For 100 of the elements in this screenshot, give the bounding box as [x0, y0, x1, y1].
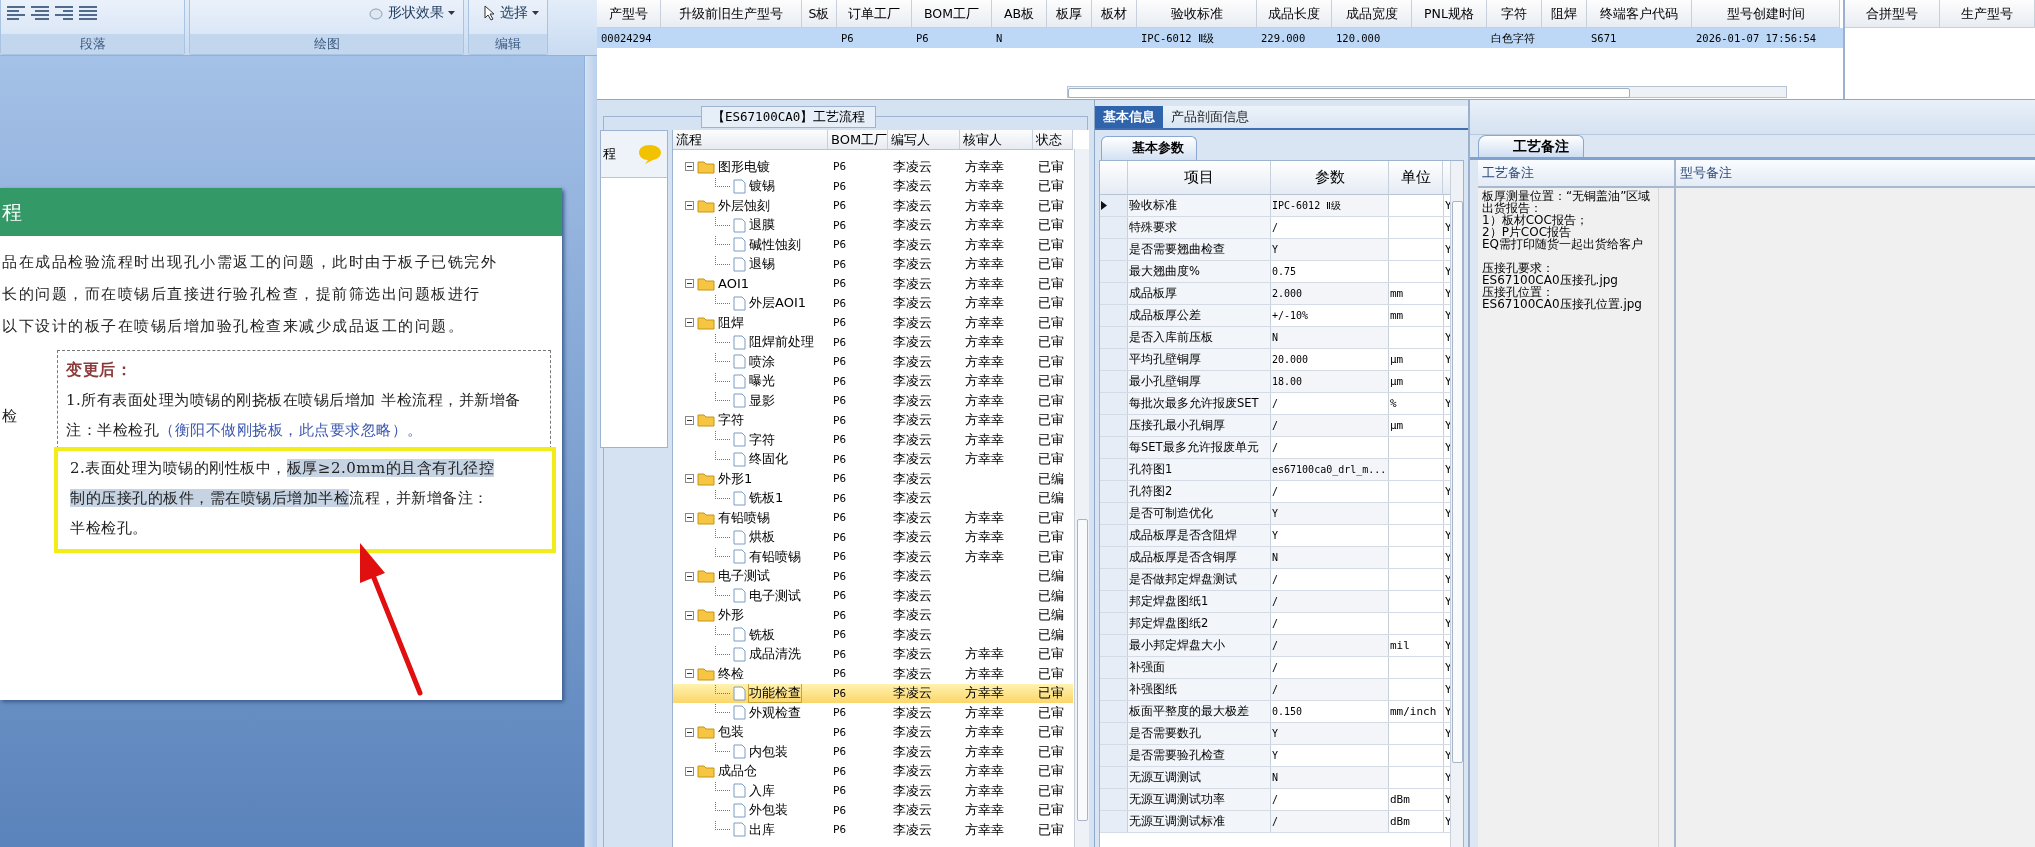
- tab[interactable]: 基本参数: [1101, 136, 1197, 160]
- speech-bubble-icon[interactable]: [637, 143, 663, 165]
- tree-row[interactable]: AOI1 P6 李凌云 方幸幸 已审: [673, 274, 1073, 294]
- align-icon[interactable]: [79, 6, 97, 20]
- collapse-icon[interactable]: [685, 201, 694, 211]
- horizontal-scrollbar[interactable]: [1067, 86, 1787, 98]
- ribbon-button[interactable]: 选择: [482, 4, 541, 22]
- column-header[interactable]: 验收标准: [1137, 0, 1257, 28]
- scrollbar[interactable]: [1450, 161, 1463, 847]
- column-header[interactable]: BOM工厂: [912, 0, 992, 28]
- tab[interactable]: 产品剖面信息: [1163, 106, 1257, 128]
- tree-row[interactable]: 显影 P6 李凌云 方幸幸 已审: [673, 391, 1073, 411]
- document-icon: [733, 256, 746, 272]
- tree-row[interactable]: 外层蚀刻 P6 李凌云 方幸幸 已审: [673, 196, 1073, 216]
- tree-row[interactable]: 电子测试 P6 李凌云 已编: [673, 566, 1073, 586]
- column-header[interactable]: 状态: [1033, 130, 1073, 149]
- scrollbar[interactable]: [1074, 149, 1089, 847]
- tree-row[interactable]: 内包装 P6 李凌云 方幸幸 已审: [673, 742, 1073, 762]
- scrollbar[interactable]: [584, 56, 597, 847]
- column-header[interactable]: 产型号: [597, 0, 661, 28]
- column-header[interactable]: 阻焊: [1542, 0, 1587, 28]
- tree-row[interactable]: 有铅喷锡 P6 李凌云 方幸幸 已审: [673, 508, 1073, 528]
- column-header[interactable]: 升级前旧生产型号: [661, 0, 802, 28]
- tree-row[interactable]: 铣板 P6 李凌云 已编: [673, 625, 1073, 645]
- column-header[interactable]: 工艺备注: [1478, 160, 1674, 188]
- collapse-icon[interactable]: [685, 669, 694, 679]
- tree-row[interactable]: 入库 P6 李凌云 方幸幸 已审: [673, 781, 1073, 801]
- tree-row[interactable]: 成品清洗 P6 李凌云 方幸幸 已审: [673, 644, 1073, 664]
- column-header[interactable]: 字符: [1487, 0, 1542, 28]
- column-header[interactable]: 成品宽度: [1332, 0, 1412, 28]
- tree-row[interactable]: 图形电镀 P6 李凌云 方幸幸 已审: [673, 157, 1073, 177]
- align-icon[interactable]: [7, 6, 25, 20]
- column-header[interactable]: 订单工厂: [837, 0, 912, 28]
- column-header[interactable]: BOM工厂: [828, 130, 888, 149]
- collapse-icon[interactable]: [685, 766, 694, 776]
- tree-row[interactable]: 有铅喷锡 P6 李凌云 方幸幸 已审: [673, 547, 1073, 567]
- align-icon[interactable]: [31, 6, 49, 20]
- collapse-icon[interactable]: [685, 513, 694, 523]
- row-header[interactable]: [1100, 195, 1128, 216]
- column-header[interactable]: PNL规格: [1412, 0, 1487, 28]
- table-cell: 已审: [1038, 158, 1064, 174]
- tree-row[interactable]: 外包装 P6 李凌云 方幸幸 已审: [673, 800, 1073, 820]
- collapse-icon[interactable]: [685, 610, 694, 620]
- tree-row[interactable]: 曝光 P6 李凌云 方幸幸 已审: [673, 371, 1073, 391]
- table-cell: P6: [833, 452, 847, 466]
- tree-row[interactable]: 外观检查 P6 李凌云 方幸幸 已审: [673, 703, 1073, 723]
- tree-row[interactable]: 终检 P6 李凌云 方幸幸 已审: [673, 664, 1073, 684]
- table-row[interactable]: 00024294 P6 P6 N IPC-6012 Ⅱ级 229.000 120.000 白色字符 S671 2026-01-07 17:56:54: [597, 28, 1843, 48]
- column-header[interactable]: 终端客户代码: [1587, 0, 1692, 28]
- tree-row[interactable]: 终固化 P6 李凌云 方幸幸 已审: [673, 449, 1073, 469]
- tab[interactable]: 基本信息: [1095, 106, 1163, 128]
- tab[interactable]: 工艺备注: [1478, 135, 1584, 157]
- ribbon-button[interactable]: 形状效果: [366, 4, 457, 22]
- column-header[interactable]: 成品长度: [1257, 0, 1332, 28]
- tree-row[interactable]: 包装 P6 李凌云 方幸幸 已审: [673, 722, 1073, 742]
- column-header[interactable]: 编写人: [888, 130, 960, 149]
- collapse-icon[interactable]: [685, 279, 694, 289]
- text-area[interactable]: 板厚测量位置：“无铜盖油”区域 出货报告： 1）板材COC报告； 2）P片COC报告 EQ需打印随货一起出货给客户 压接孔要求： ES67100CA0压接孔.jpg 压接孔位置： ES67100CA0压接孔位置.jpg: [1478, 188, 1659, 847]
- tree-row[interactable]: 退锡 P6 李凌云 方幸幸 已审: [673, 254, 1073, 274]
- tree-row[interactable]: 电子测试 P6 李凌云 已编: [673, 586, 1073, 606]
- align-icon[interactable]: [55, 6, 73, 20]
- collapse-icon[interactable]: [685, 571, 694, 581]
- table-cell: 已审: [1038, 763, 1064, 779]
- column-header[interactable]: 板材: [1092, 0, 1137, 28]
- table-cell: 李凌云: [893, 178, 932, 194]
- tree-row[interactable]: 外层AOI1 P6 李凌云 方幸幸 已审: [673, 293, 1073, 313]
- table-cell: 00024294: [601, 32, 652, 44]
- column-header[interactable]: 板厚: [1047, 0, 1092, 28]
- tree-row[interactable]: 外形 P6 李凌云 已编: [673, 605, 1073, 625]
- column-header[interactable]: 型号备注: [1676, 160, 2035, 188]
- table-cell: IPC-6012 Ⅱ级: [1141, 32, 1214, 44]
- column-header[interactable]: 单位: [1389, 161, 1443, 195]
- tree-row[interactable]: 退膜 P6 李凌云 方幸幸 已审: [673, 215, 1073, 235]
- column-header[interactable]: 型号创建时间: [1692, 0, 1840, 28]
- table-cell: 已审: [1038, 724, 1064, 740]
- column-header[interactable]: S板: [802, 0, 837, 28]
- tree-row[interactable]: 字符 P6 李凌云 方幸幸 已审: [673, 410, 1073, 430]
- tree-row[interactable]: 镀锡 P6 李凌云 方幸幸 已审: [673, 176, 1073, 196]
- tree-row[interactable]: 外形1 P6 李凌云 已编: [673, 469, 1073, 489]
- column-header[interactable]: 生产型号: [1940, 0, 2035, 28]
- tree-row[interactable]: 碱性蚀刻 P6 李凌云 方幸幸 已审: [673, 235, 1073, 255]
- collapse-icon[interactable]: [685, 727, 694, 737]
- tree-row[interactable]: 成品仓 P6 李凌云 方幸幸 已审: [673, 761, 1073, 781]
- collapse-icon[interactable]: [685, 318, 694, 328]
- tree-row[interactable]: 阻焊 P6 李凌云 方幸幸 已审: [673, 313, 1073, 333]
- column-header[interactable]: AB板: [992, 0, 1047, 28]
- collapse-icon[interactable]: [685, 162, 694, 172]
- column-header[interactable]: 核审人: [960, 130, 1033, 149]
- tree-row[interactable]: 喷涂 P6 李凌云 方幸幸 已审: [673, 352, 1073, 372]
- column-header[interactable]: 合拼型号: [1845, 0, 1940, 28]
- tree-row[interactable]: 烘板 P6 李凌云 方幸幸 已审: [673, 527, 1073, 547]
- collapse-icon[interactable]: [685, 415, 694, 425]
- tree-row[interactable]: 阻焊前处理 P6 李凌云 方幸幸 已审: [673, 332, 1073, 352]
- tree-row[interactable]: 功能检查 P6 李凌云 方幸幸 已审: [673, 683, 1073, 703]
- tree-row[interactable]: 字符 P6 李凌云 方幸幸 已审: [673, 430, 1073, 450]
- column-header[interactable]: 流程: [673, 130, 828, 149]
- tree-row[interactable]: 出库 P6 李凌云 方幸幸 已审: [673, 820, 1073, 840]
- collapse-icon[interactable]: [685, 474, 694, 484]
- table-cell: 已编: [1038, 607, 1064, 623]
- tree-row[interactable]: 铣板1 P6 李凌云 已编: [673, 488, 1073, 508]
